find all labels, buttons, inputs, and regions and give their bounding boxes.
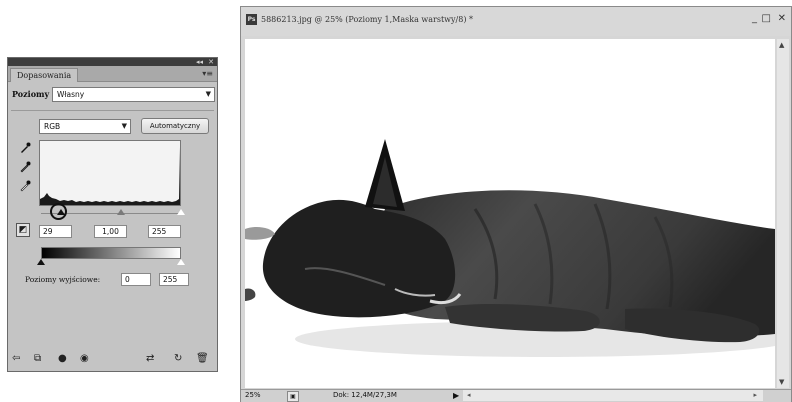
eyedropper-gray-icon[interactable]: [19, 161, 31, 176]
status-info-icon[interactable]: ▣: [287, 391, 299, 402]
preset-dropdown[interactable]: Własny ▼: [52, 87, 215, 102]
gamma-slider[interactable]: [117, 209, 125, 215]
document-title: 5886213.jpg @ 25% (Poziomy 1,Maska warst…: [261, 15, 473, 24]
clip-layer-icon[interactable]: ◩: [16, 223, 30, 237]
minimize-icon[interactable]: _: [752, 13, 757, 25]
panel-title-bar: ◂◂ ✕: [8, 58, 217, 66]
scroll-right-icon[interactable]: ▸: [753, 390, 757, 401]
eyedropper-black-icon[interactable]: [19, 142, 31, 157]
divider: [11, 110, 214, 111]
close-icon[interactable]: ✕: [778, 13, 786, 25]
output-black-field[interactable]: 0: [121, 273, 151, 286]
output-black-slider[interactable]: [37, 259, 45, 265]
panel-tab-strip: Dopasowania ▾≡: [8, 66, 217, 82]
new-layer-icon[interactable]: ⧉: [34, 351, 41, 367]
output-white-field[interactable]: 255: [159, 273, 189, 286]
horizontal-scrollbar[interactable]: ◂ ▸: [463, 390, 763, 401]
reset-icon[interactable]: ↻: [174, 351, 182, 367]
auto-button[interactable]: Automatyczny: [141, 118, 209, 134]
document-size: Dok: 12,4M/27,3M: [333, 391, 397, 399]
zoom-level[interactable]: 25%: [245, 390, 271, 401]
ps-document-icon: Ps: [246, 14, 257, 25]
trash-icon[interactable]: 🗑: [196, 351, 209, 367]
channel-value: RGB: [44, 122, 61, 131]
document-title-bar[interactable]: Ps 5886213.jpg @ 25% (Poziomy 1,Maska wa…: [241, 7, 791, 36]
chevron-down-icon: ▼: [205, 90, 211, 98]
input-white-field[interactable]: 255: [148, 225, 181, 238]
preset-value: Własny: [57, 90, 85, 99]
document-window: Ps 5886213.jpg @ 25% (Poziomy 1,Maska wa…: [240, 6, 792, 402]
scroll-up-icon[interactable]: ▲: [779, 41, 784, 49]
status-bar: 25% ▣ Dok: 12,4M/27,3M ▶ ◂ ▸: [241, 389, 791, 402]
panel-bottom-toolbar: ⇦ ⧉ ● ◉ ⇄ ↻ 🗑: [8, 349, 217, 371]
close-panel-icon[interactable]: ✕: [208, 58, 214, 66]
histogram: [39, 140, 181, 206]
visibility-icon[interactable]: ●: [58, 351, 67, 367]
output-levels-label: Poziomy wyjściowe:: [25, 275, 101, 284]
preset-label: Poziomy: [12, 89, 50, 99]
back-icon[interactable]: ⇦: [12, 351, 20, 367]
histogram-graph: [40, 147, 180, 205]
output-white-slider[interactable]: [177, 259, 185, 265]
cat-photo: [245, 39, 775, 388]
input-gamma-field[interactable]: 1,00: [94, 225, 127, 238]
scroll-down-icon[interactable]: ▼: [779, 378, 784, 386]
eye-icon[interactable]: ◉: [80, 351, 89, 367]
status-menu-arrow-icon[interactable]: ▶: [453, 390, 459, 401]
panel-menu-icon[interactable]: ▾≡: [202, 68, 213, 79]
eyedropper-white-icon[interactable]: [19, 180, 31, 195]
input-black-field[interactable]: 29: [39, 225, 72, 238]
preview-icon[interactable]: ⇄: [146, 351, 154, 367]
scroll-left-icon[interactable]: ◂: [467, 390, 471, 401]
adjustments-panel: ◂◂ ✕ Dopasowania ▾≡ Poziomy Własny ▼ RGB…: [7, 57, 218, 372]
vertical-scrollbar[interactable]: ▲ ▼: [777, 39, 789, 388]
channel-dropdown[interactable]: RGB ▼: [39, 119, 131, 134]
collapse-panel-icon[interactable]: ◂◂: [196, 58, 203, 66]
maximize-icon[interactable]: □: [762, 13, 771, 25]
chevron-down-icon: ▼: [121, 122, 127, 130]
image-canvas[interactable]: [245, 39, 775, 388]
tab-adjustments[interactable]: Dopasowania: [10, 68, 79, 82]
highlight-circle: [50, 203, 67, 220]
output-gradient-bar: [41, 247, 181, 259]
white-point-slider[interactable]: [177, 209, 185, 215]
